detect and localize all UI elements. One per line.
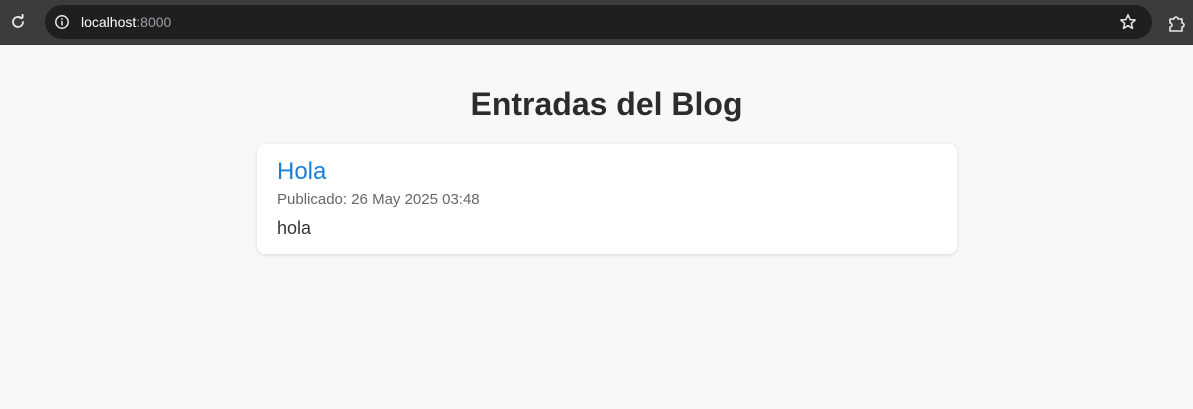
reload-icon [12,14,24,28]
post-body: hola [277,218,312,238]
star-icon [1120,14,1136,30]
post-title-link[interactable]: Hola [277,158,326,186]
site-info-icon[interactable] [53,13,71,31]
bookmark-button[interactable] [1118,12,1138,32]
blog-post-card: Hola Publicado: 26 May 2025 03:48 hola [257,144,957,254]
page-title: Entradas del Blog [470,86,743,122]
post-meta: Publicado: 26 May 2025 03:48 [277,191,480,209]
browser-toolbar: localhost:8000 [0,0,1193,45]
post-meta-label: Publicado: [277,191,352,208]
post-date: 26 May 2025 03:48 [351,191,480,208]
extensions-button[interactable] [1166,12,1188,34]
puzzle-icon [1169,16,1185,32]
url-text: localhost:8000 [81,13,171,31]
reload-button[interactable] [8,12,28,32]
url-port: :8000 [136,14,172,30]
url-host: localhost [81,14,137,30]
address-bar[interactable]: localhost:8000 [45,5,1152,39]
